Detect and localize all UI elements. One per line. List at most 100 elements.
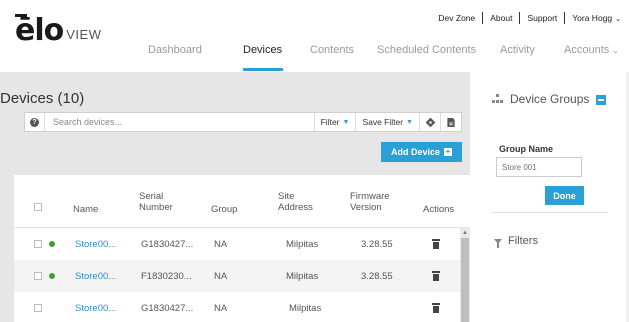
header-name[interactable]: Name xyxy=(73,204,98,215)
tab-accounts[interactable]: Accounts ⌄ xyxy=(564,44,619,56)
page-title: Devices (10) xyxy=(0,90,85,107)
trash-icon-can xyxy=(433,274,439,281)
collapse-icon[interactable] xyxy=(596,95,606,105)
device-groups-header: Device Groups xyxy=(492,92,589,106)
header-serial[interactable]: Serial Number xyxy=(139,191,173,213)
filters-section[interactable]: Filters xyxy=(494,235,538,248)
header-actions: Actions xyxy=(423,204,455,215)
table-row[interactable]: Store00... F1830230... NA Milpitas 3.28.… xyxy=(14,260,460,292)
support-link[interactable]: Support xyxy=(527,13,557,23)
hierarchy-icon xyxy=(492,94,504,104)
add-device-label: Add Device xyxy=(390,147,441,157)
help-icon[interactable]: ? xyxy=(25,113,45,131)
plus-icon: + xyxy=(444,147,453,156)
device-name-link[interactable]: Store00... xyxy=(75,239,116,250)
funnel-icon xyxy=(494,238,502,248)
header-site-line2: Address xyxy=(278,202,313,213)
device-group: NA xyxy=(214,239,228,250)
device-serial: G1830427... xyxy=(141,239,194,250)
device-name-link[interactable]: Store00... xyxy=(75,271,116,282)
device-groups-title: Device Groups xyxy=(510,92,590,106)
file-icon xyxy=(447,117,455,127)
devices-table: Name Serial Number Group Site Address Firm… xyxy=(14,175,470,322)
tab-activity[interactable]: Activity xyxy=(500,44,535,56)
about-link[interactable]: About xyxy=(490,13,512,23)
row-checkbox[interactable] xyxy=(34,304,42,312)
logo-sub: VIEW xyxy=(66,27,102,42)
search-input[interactable] xyxy=(45,114,285,130)
device-serial: G1830427... xyxy=(141,303,194,314)
device-groups-panel: Device Groups Group Name Done Filters xyxy=(470,72,629,322)
caret-down-icon: ▼ xyxy=(406,118,413,126)
section-divider xyxy=(492,212,608,213)
dev-zone-link[interactable]: Dev Zone xyxy=(438,13,475,23)
elo-view-logo[interactable]: ēlo VIEW xyxy=(15,16,101,46)
devices-panel: Devices (10) ? Filter▼ Save Filter▼ Add … xyxy=(0,72,470,322)
table-scrollbar[interactable]: ▲ xyxy=(460,228,470,322)
nav-separator xyxy=(519,12,521,24)
user-name: Yora Hogg xyxy=(572,13,613,23)
hierarchy-icon-node xyxy=(496,100,499,103)
device-site: Milpitas xyxy=(286,239,319,250)
top-utility-nav: Dev Zone About Support Yora Hogg ⌄ xyxy=(438,12,621,24)
active-tab-indicator xyxy=(243,68,283,71)
online-status-icon xyxy=(49,241,55,247)
tab-contents[interactable]: Contents xyxy=(310,44,354,56)
group-name-input[interactable] xyxy=(496,157,582,177)
device-serial: F1830230... xyxy=(141,271,192,282)
add-device-button[interactable]: Add Device + xyxy=(381,142,462,162)
header-firmware-line1: Firmware xyxy=(350,191,390,202)
search-toolbar: ? Filter▼ Save Filter▼ xyxy=(24,112,462,132)
row-checkbox[interactable] xyxy=(34,272,42,280)
question-icon: ? xyxy=(30,117,39,127)
trash-icon-lid xyxy=(432,271,440,273)
hierarchy-icon-node xyxy=(496,94,499,97)
select-all-checkbox[interactable] xyxy=(34,203,42,211)
tab-scheduled-contents[interactable]: Scheduled Contents xyxy=(377,44,476,56)
device-group: NA xyxy=(214,271,228,282)
group-name-label: Group Name xyxy=(499,144,554,154)
device-firmware: 3.28.55 xyxy=(361,239,393,250)
trash-icon[interactable] xyxy=(432,303,440,313)
done-button[interactable]: Done xyxy=(545,186,584,205)
user-menu[interactable]: Yora Hogg ⌄ xyxy=(572,13,621,23)
chevron-down-icon: ⌄ xyxy=(612,46,619,55)
filter-dropdown[interactable]: Filter ▼ xyxy=(313,113,356,131)
header-serial-line1: Serial xyxy=(139,191,164,202)
header-site-line1: Site xyxy=(278,191,295,202)
tab-dashboard[interactable]: Dashboard xyxy=(148,44,202,56)
chevron-down-icon: ⌄ xyxy=(615,16,621,23)
trash-icon-lid xyxy=(432,239,440,241)
settings-button[interactable] xyxy=(419,113,440,131)
gear-icon xyxy=(425,117,435,127)
header-group[interactable]: Group xyxy=(211,204,237,215)
device-firmware: 3.28.55 xyxy=(361,271,393,282)
main-nav: Dashboard Devices Contents Scheduled Con… xyxy=(0,44,629,72)
tab-accounts-label: Accounts xyxy=(564,44,610,56)
trash-icon[interactable] xyxy=(432,239,440,249)
scrollbar-thumb[interactable] xyxy=(461,238,469,322)
hierarchy-icon-node xyxy=(500,100,503,103)
table-row[interactable]: Store00... G1830427... NA Milpitas xyxy=(14,292,460,322)
header-site[interactable]: Site Address xyxy=(278,191,313,213)
caret-down-icon: ▼ xyxy=(342,118,350,126)
header-firmware[interactable]: Firmware Version xyxy=(350,191,390,213)
device-site: Milpitas xyxy=(289,303,322,314)
app-header: ēlo VIEW Dev Zone About Support Yora Hog… xyxy=(0,0,629,72)
nav-separator xyxy=(564,12,566,24)
scroll-up-icon[interactable]: ▲ xyxy=(462,230,468,236)
filter-label: Filter xyxy=(320,117,340,127)
trash-icon[interactable] xyxy=(432,271,440,281)
trash-icon-can xyxy=(433,306,439,313)
tab-devices[interactable]: Devices xyxy=(243,44,282,56)
device-name-link[interactable]: Store00... xyxy=(75,303,116,314)
table-row[interactable]: Store00... G1830427... NA Milpitas 3.28.… xyxy=(14,228,460,260)
filters-title: Filters xyxy=(508,235,538,247)
header-serial-line2: Number xyxy=(139,202,173,213)
row-checkbox[interactable] xyxy=(34,240,42,248)
trash-icon-lid xyxy=(432,303,440,305)
nav-separator xyxy=(482,12,484,24)
trash-icon-can xyxy=(433,242,439,249)
export-button[interactable] xyxy=(440,113,461,131)
save-filter-dropdown[interactable]: Save Filter ▼ xyxy=(355,113,419,131)
